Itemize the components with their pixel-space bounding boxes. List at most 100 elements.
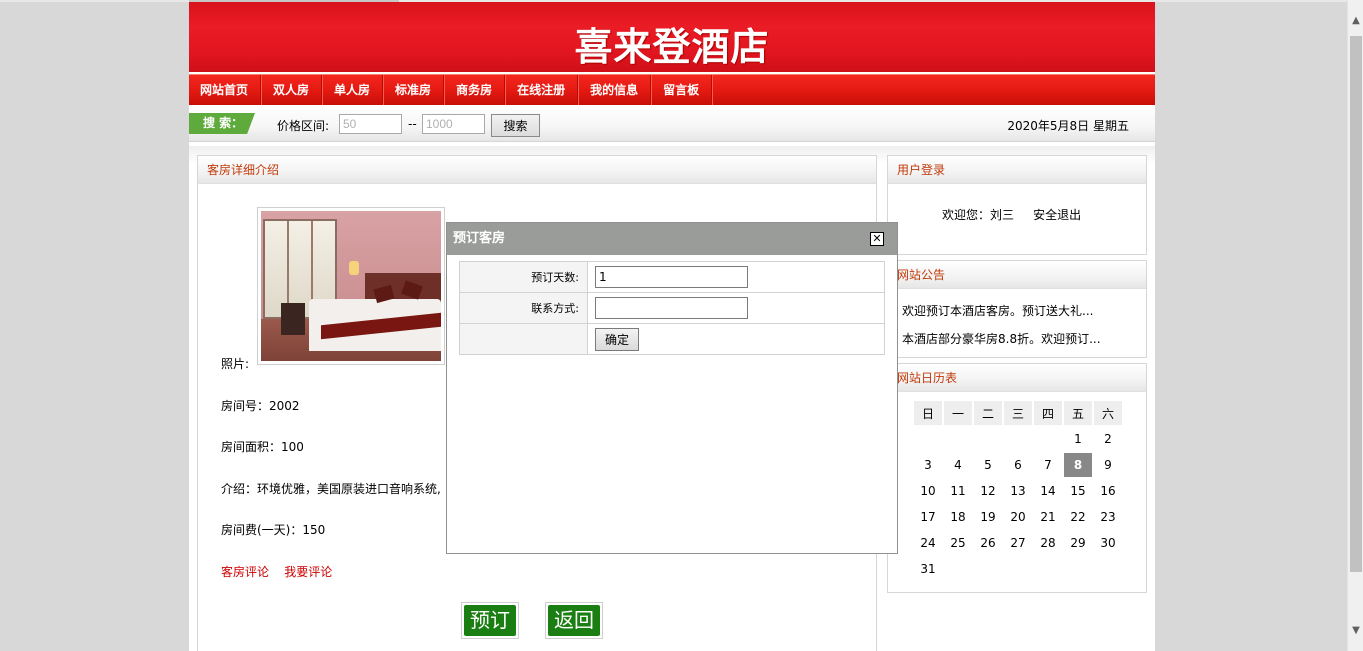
nav-item[interactable]: 我的信息: [578, 75, 652, 106]
calendar-day[interactable]: 29: [1064, 531, 1092, 555]
confirm-button[interactable]: 确定: [595, 327, 640, 351]
write-review-link[interactable]: 我要评论: [284, 565, 332, 579]
calendar-weekday: 三: [1004, 401, 1032, 425]
form-row-days: 预订天数:: [459, 261, 885, 293]
calendar-weekday: 五: [1064, 401, 1092, 425]
nav-item[interactable]: 在线注册: [505, 75, 579, 106]
calendar-day[interactable]: 26: [974, 531, 1002, 555]
contact-input[interactable]: [595, 297, 748, 319]
calendar-empty-cell: [1034, 557, 1062, 581]
calendar-day[interactable]: 10: [914, 479, 942, 503]
notice-panel: 网站公告 欢迎预订本酒店客房。预订送大礼... 本酒店部分豪华房8.8折。欢迎预…: [887, 260, 1147, 358]
booking-modal: 预订客房 ✕ 预订天数: 联系方式: 确定: [446, 222, 898, 554]
price-min-input[interactable]: [339, 114, 402, 134]
price-range-dash: --: [408, 117, 417, 131]
calendar-panel: 网站日历表 日一二三四五六 1 2 3 4 5 6 7 8 9 10 11 12 13 14 15 16 17 18…: [887, 363, 1147, 593]
room-area: 房间面积：100: [221, 440, 304, 454]
calendar-day[interactable]: 28: [1034, 531, 1062, 555]
days-input[interactable]: [595, 266, 748, 288]
logout-link[interactable]: 安全退出: [1033, 208, 1081, 222]
nav-item[interactable]: 标准房: [383, 75, 445, 106]
calendar-day[interactable]: 6: [1004, 453, 1032, 477]
calendar-day[interactable]: 8: [1064, 453, 1092, 477]
notice-item[interactable]: 本酒店部分豪华房8.8折。欢迎预订...: [902, 330, 1101, 347]
calendar-weekday: 四: [1034, 401, 1062, 425]
calendar-day[interactable]: 30: [1094, 531, 1122, 555]
calendar-weekday: 六: [1094, 401, 1122, 425]
price-max-input[interactable]: [422, 114, 485, 134]
welcome-text: 欢迎您：刘三: [942, 208, 1015, 222]
calendar-day[interactable]: 24: [914, 531, 942, 555]
calendar-day[interactable]: 3: [914, 453, 942, 477]
main-nav: 网站首页 双人房 单人房 标准房 商务房 在线注册 我的信息 留言板: [189, 74, 1155, 106]
calendar-day[interactable]: 14: [1034, 479, 1062, 503]
nav-item[interactable]: 网站首页: [189, 75, 262, 106]
nav-item[interactable]: 单人房: [322, 75, 384, 106]
calendar-empty-cell: [974, 427, 1002, 451]
notice-heading: 网站公告: [888, 261, 1146, 289]
calendar-day[interactable]: 20: [1004, 505, 1032, 529]
calendar-day[interactable]: 21: [1034, 505, 1062, 529]
calendar-day[interactable]: 18: [944, 505, 972, 529]
back-button[interactable]: 返回: [545, 602, 603, 639]
room-intro: 介绍：环境优雅，美国原装进口音响系统,: [221, 482, 441, 496]
calendar-week-row: 10 11 12 13 14 15 16: [914, 479, 1122, 503]
calendar-day[interactable]: 4: [944, 453, 972, 477]
notice-item[interactable]: 欢迎预订本酒店客房。预订送大礼...: [902, 302, 1093, 319]
nav-item[interactable]: 商务房: [444, 75, 506, 106]
calendar-day[interactable]: 25: [944, 531, 972, 555]
calendar-empty-cell: [1064, 557, 1092, 581]
calendar-empty-cell: [1004, 557, 1032, 581]
search-button[interactable]: 搜索: [491, 114, 540, 137]
calendar-empty-cell: [1004, 427, 1032, 451]
site-banner: 喜来登酒店: [189, 2, 1155, 72]
book-button[interactable]: 预订: [461, 602, 519, 639]
scroll-down-arrow-icon[interactable]: ▼: [1348, 622, 1363, 639]
booking-modal-title: 预订客房: [453, 231, 506, 246]
close-icon[interactable]: ✕: [870, 232, 884, 246]
vertical-scrollbar[interactable]: ▲ ▼: [1347, 0, 1363, 651]
calendar-day[interactable]: 7: [1034, 453, 1062, 477]
calendar-day[interactable]: 17: [914, 505, 942, 529]
calendar-day[interactable]: 23: [1094, 505, 1122, 529]
review-links: 客房评论 我要评论: [221, 563, 332, 580]
room-photo-frame: [257, 207, 445, 365]
calendar-day[interactable]: 12: [974, 479, 1002, 503]
calendar-day[interactable]: 16: [1094, 479, 1122, 503]
calendar-empty-cell: [944, 427, 972, 451]
calendar-day[interactable]: 13: [1004, 479, 1032, 503]
calendar-day[interactable]: 11: [944, 479, 972, 503]
login-panel: 用户登录 欢迎您：刘三 安全退出: [887, 155, 1147, 255]
welcome-row: 欢迎您：刘三 安全退出: [942, 206, 1081, 223]
search-bar: 搜 索： 价格区间: -- 搜索 2020年5月8日 星期五: [189, 105, 1155, 142]
calendar-day[interactable]: 1: [1064, 427, 1092, 451]
calendar-week-row: 12: [914, 427, 1122, 451]
scroll-up-arrow-icon[interactable]: ▲: [1348, 12, 1363, 29]
calendar-weekday: 日: [914, 401, 942, 425]
booking-form: 预订天数: 联系方式: 确定: [459, 261, 885, 355]
calendar-empty-cell: [974, 557, 1002, 581]
calendar-day[interactable]: 31: [914, 557, 942, 581]
calendar-day[interactable]: 2: [1094, 427, 1122, 451]
calendar-day[interactable]: 15: [1064, 479, 1092, 503]
calendar-week-row: 31: [914, 557, 1122, 581]
calendar-weekday: 一: [944, 401, 972, 425]
room-photo: [261, 211, 441, 361]
calendar-day[interactable]: 19: [974, 505, 1002, 529]
current-date: 2020年5月8日 星期五: [1007, 119, 1129, 133]
nav-item[interactable]: 双人房: [261, 75, 323, 106]
empty-cell: [459, 323, 588, 355]
calendar-heading: 网站日历表: [888, 364, 1146, 392]
calendar-day[interactable]: 9: [1094, 453, 1122, 477]
room-review-link[interactable]: 客房评论: [221, 565, 269, 579]
calendar-week-row: 3456789: [914, 453, 1122, 477]
calendar-day[interactable]: 5: [974, 453, 1002, 477]
scrollbar-thumb[interactable]: [1350, 36, 1362, 572]
calendar-day[interactable]: 22: [1064, 505, 1092, 529]
nav-item[interactable]: 留言板: [651, 75, 713, 106]
calendar-empty-cell: [914, 427, 942, 451]
calendar-day[interactable]: 27: [1004, 531, 1032, 555]
price-range-label: 价格区间:: [277, 119, 330, 133]
form-row-contact: 联系方式:: [459, 292, 885, 324]
days-label: 预订天数:: [459, 261, 588, 293]
